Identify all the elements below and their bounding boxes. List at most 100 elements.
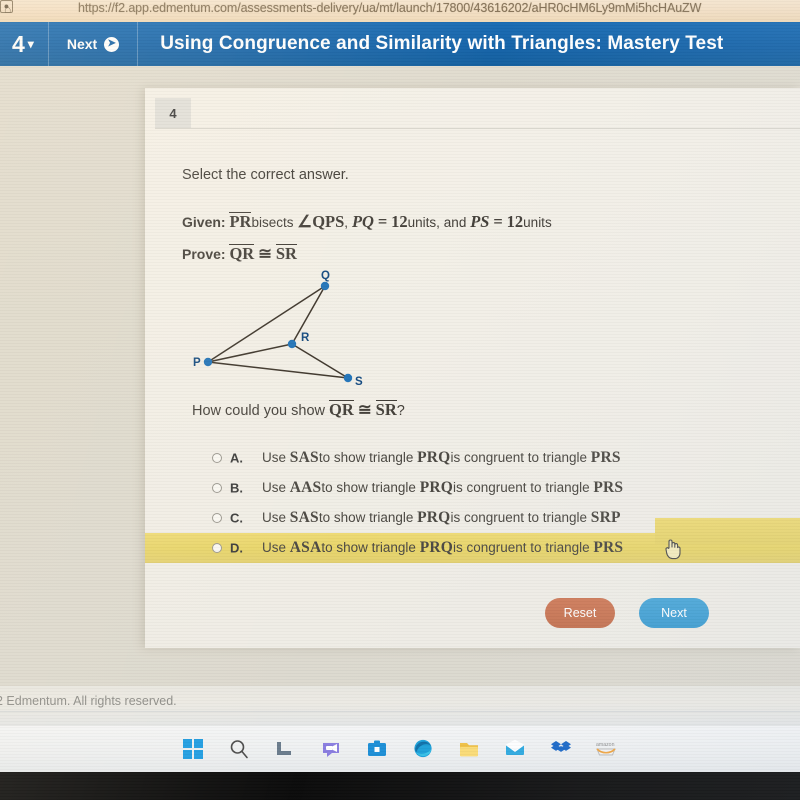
microsoft-store-icon[interactable] [364, 736, 390, 762]
windows-taskbar: amazon [0, 726, 800, 772]
given-comma: , [344, 215, 349, 230]
given-statement: Given: PRbisects ∠QPS, PQ = 12units, and… [182, 212, 552, 232]
how-could-you-show-question: How could you show QR ≅ SR? [192, 400, 405, 420]
task-view-icon[interactable] [272, 736, 298, 762]
opt-d-tri1: PRQ [419, 539, 454, 556]
question-number-value: 4 [12, 30, 25, 57]
footer-divider [0, 711, 800, 712]
radio-button-d[interactable] [212, 543, 222, 553]
option-letter-d: D. [230, 540, 243, 556]
reset-button[interactable]: Reset [545, 598, 615, 628]
assessment-header: 4 ▾ Next ➤ Using Congruence and Similari… [0, 22, 800, 66]
vertex-label-r: R [301, 332, 310, 344]
home-icon[interactable]: ⌂ [4, 2, 11, 16]
question-number-dropdown[interactable]: 4 ▾ [0, 22, 49, 66]
given-units-2: units [523, 215, 552, 230]
page-footer: 2 Edmentum. All rights reserved. [0, 686, 800, 726]
given-value-1: 12 [391, 212, 408, 231]
action-buttons: Reset Next [145, 598, 800, 628]
given-equals-1: = [377, 212, 388, 231]
prove-segment-qr: QR [229, 244, 255, 263]
vertex-label-q: Q [321, 270, 330, 282]
url-text[interactable]: https://f2.app.edmentum.com/assessments-… [78, 1, 701, 15]
screen-photo: ⌂ ● https://f2.app.edmentum.com/assessme… [0, 0, 800, 800]
option-text-b: Use AASto show triangle PRQis congruent … [262, 479, 623, 497]
answer-option-a[interactable]: A. Use SASto show triangle PRQis congrue… [145, 443, 800, 473]
question-card: 4 Select the correct answer. Given: PRbi… [145, 88, 800, 648]
chat-icon[interactable] [318, 736, 344, 762]
amazon-icon[interactable]: amazon [594, 736, 620, 762]
answer-option-b[interactable]: B. Use AASto show triangle PRQis congrue… [145, 473, 800, 503]
given-units-1: units, [407, 215, 440, 230]
opt-b-mid2: is congruent to triangle [453, 480, 594, 495]
edge-browser-icon[interactable] [410, 736, 436, 762]
how-prefix: How could you show [192, 403, 325, 419]
opt-a-tri1: PRQ [417, 449, 451, 466]
opt-c-pre: Use [262, 510, 290, 525]
option-letter-c: C. [230, 510, 243, 526]
congruent-symbol-icon: ≅ [258, 244, 272, 263]
dropbox-icon[interactable] [548, 736, 574, 762]
opt-b-tri2: PRS [593, 479, 624, 496]
question-prompt: Select the correct answer. [182, 167, 349, 183]
mail-icon[interactable] [502, 736, 528, 762]
opt-a-method: SAS [289, 449, 319, 466]
given-pq: PQ [351, 212, 374, 231]
question-number-badge: 4 [155, 98, 191, 128]
given-segment-pr: PR [229, 212, 252, 231]
browser-address-bar[interactable]: ⌂ ● https://f2.app.edmentum.com/assessme… [0, 0, 800, 22]
header-next-label: Next [66, 36, 98, 52]
file-explorer-icon[interactable] [456, 736, 482, 762]
desktop-bezel [0, 772, 800, 800]
radio-button-b[interactable] [212, 483, 222, 493]
prove-label: Prove: [182, 246, 226, 262]
vertex-point-r [287, 339, 297, 349]
windows-start-icon[interactable] [180, 736, 206, 762]
option-d-highlight-bleed [655, 518, 800, 544]
radio-button-c[interactable] [212, 513, 222, 523]
given-value-2: 12 [506, 212, 524, 231]
opt-a-mid2: is congruent to triangle [450, 450, 591, 465]
opt-b-tri1: PRQ [419, 479, 454, 496]
opt-a-tri2: PRS [590, 449, 621, 466]
opt-d-mid2: is congruent to triangle [453, 540, 594, 555]
angle-symbol-icon: ∠ [297, 212, 313, 231]
opt-c-mid: to show triangle [318, 510, 418, 525]
radio-button-a[interactable] [212, 453, 222, 463]
given-bisects-word: bisects [251, 215, 294, 230]
next-button[interactable]: Next [639, 598, 709, 628]
header-next-button[interactable]: Next ➤ [49, 22, 139, 66]
vertex-point-p [203, 357, 213, 367]
opt-b-method: AAS [289, 479, 322, 496]
page-title: Using Congruence and Similarity with Tri… [160, 33, 724, 54]
answer-options-list: A. Use SASto show triangle PRQis congrue… [145, 443, 800, 563]
vertex-label-p: P [193, 357, 201, 369]
how-segment-qr: QR [329, 400, 354, 419]
how-congruent-icon: ≅ [357, 400, 372, 419]
given-equals-2: = [493, 212, 503, 231]
geometry-figure: P Q R S [180, 266, 440, 401]
vertex-point-s [343, 373, 353, 383]
page-body: 4 Select the correct answer. Given: PRbi… [0, 66, 800, 686]
edge-p-q [207, 285, 326, 363]
vertex-point-q [320, 281, 330, 291]
opt-c-method: SAS [289, 509, 319, 526]
option-text-d: Use ASAto show triangle PRQis congruent … [262, 539, 623, 557]
search-icon[interactable] [226, 736, 252, 762]
opt-a-pre: Use [262, 450, 290, 465]
given-and: and [443, 215, 467, 230]
triangle-diagram-svg: P Q R S [193, 270, 363, 388]
svg-text:amazon: amazon [596, 742, 615, 748]
opt-b-mid: to show triangle [321, 480, 420, 495]
given-label: Given: [182, 214, 226, 230]
option-letter-a: A. [230, 450, 243, 466]
copyright-text: 2 Edmentum. All rights reserved. [0, 694, 177, 708]
opt-c-tri1: PRQ [417, 509, 451, 526]
opt-d-tri2: PRS [593, 539, 624, 556]
header-divider [155, 128, 800, 129]
option-letter-b: B. [230, 480, 243, 496]
opt-d-method: ASA [289, 539, 322, 556]
opt-c-tri2: SRP [590, 509, 621, 526]
opt-a-mid: to show triangle [318, 450, 418, 465]
option-text-c: Use SASto show triangle PRQis congruent … [262, 509, 621, 527]
